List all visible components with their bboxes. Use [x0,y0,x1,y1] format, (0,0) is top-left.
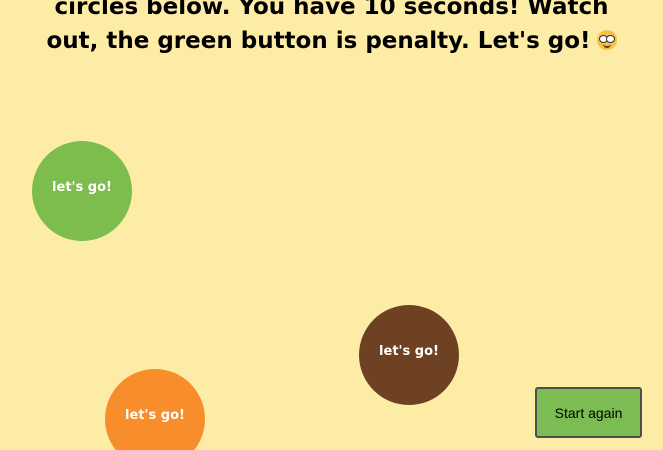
emoji-mouth [602,43,611,48]
green-penalty-circle[interactable]: let's go! [32,141,132,241]
start-again-button[interactable]: Start again [535,387,642,438]
brown-target-circle[interactable]: let's go! [359,305,459,405]
green-circle-label: let's go! [52,179,112,195]
instruction-line-1: circles below. You have 10 seconds! Watc… [54,0,609,20]
game-instructions: circles below. You have 10 seconds! Watc… [0,0,663,58]
instruction-line-2: out, the green button is penalty. Let's … [0,24,663,58]
orange-circle-label: let's go! [125,407,185,423]
brown-circle-label: let's go! [379,343,439,359]
orange-target-circle[interactable]: let's go! [105,369,205,450]
game-page: circles below. You have 10 seconds! Watc… [0,0,663,450]
instruction-line-2-text: out, the green button is penalty. Let's … [46,28,591,54]
nerd-face-emoji-icon [596,30,617,50]
